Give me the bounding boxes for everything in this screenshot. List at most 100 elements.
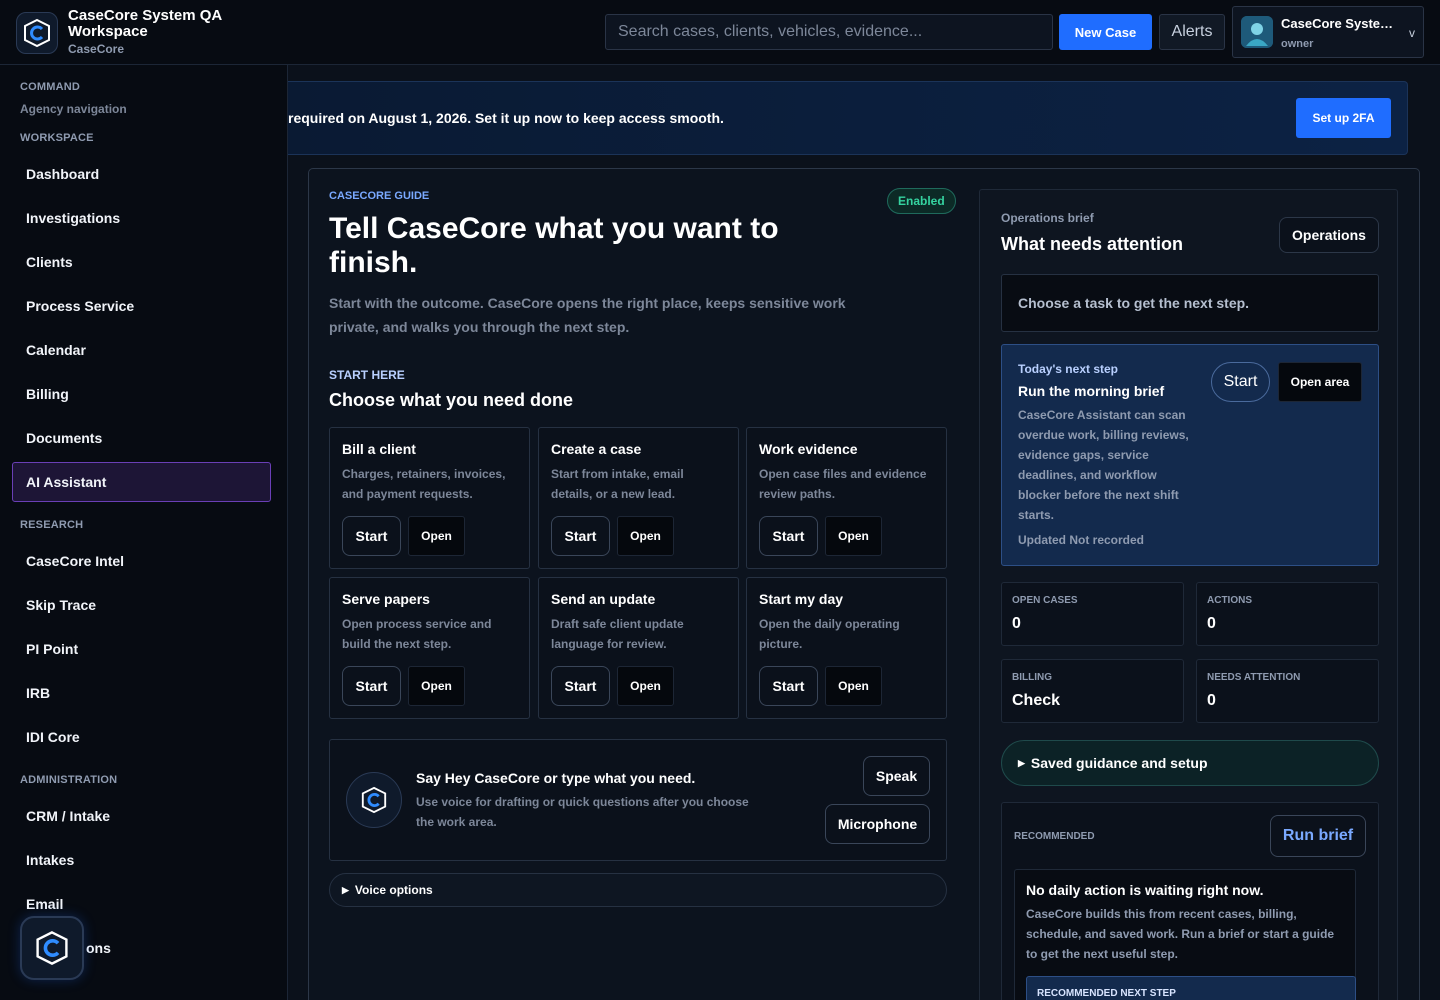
- stat-value: Check: [1012, 692, 1061, 709]
- avatar: [1241, 16, 1273, 48]
- next-step-label: Today's next step: [1018, 362, 1118, 376]
- triangle-right-icon: ▶: [342, 884, 349, 895]
- task-start-button[interactable]: Start: [551, 516, 610, 556]
- ops-label: Operations brief: [1001, 211, 1094, 225]
- task-open-button[interactable]: Open: [617, 516, 674, 556]
- stat-label: ACTIONS: [1207, 595, 1252, 606]
- recommended-card: RECOMMENDED Run brief No daily action is…: [1001, 802, 1379, 1000]
- sidebar-item-intakes[interactable]: Intakes: [12, 840, 271, 880]
- task-start-button[interactable]: Start: [759, 666, 818, 706]
- triangle-right-icon: ▶: [1018, 757, 1025, 768]
- microphone-button[interactable]: Microphone: [825, 804, 930, 844]
- top-bar: CaseCore System QA Workspace CaseCore Ne…: [0, 0, 1440, 65]
- stat-label: BILLING: [1012, 672, 1052, 683]
- task-description: Open the daily operating picture.: [759, 617, 900, 651]
- banner-text: required on August 1, 2026. Set it up no…: [288, 110, 724, 126]
- task-card-serve-papers: Serve papers Open process service and bu…: [329, 577, 530, 719]
- task-card-bill-client: Bill a client Charges, retainers, invoic…: [329, 427, 530, 569]
- choose-task-prompt[interactable]: Choose a task to get the next step.: [1001, 274, 1379, 332]
- stat-actions: ACTIONS 0: [1196, 582, 1379, 646]
- sidebar-item-crm-intake[interactable]: CRM / Intake: [12, 796, 271, 836]
- voice-card: Say Hey CaseCore or type what you need. …: [329, 739, 947, 861]
- speak-button[interactable]: Speak: [863, 756, 930, 796]
- chevron-down-icon: v: [1409, 26, 1415, 40]
- saved-guidance-label: Saved guidance and setup: [1030, 755, 1208, 771]
- sidebar-heading-workspace: WORKSPACE: [20, 132, 94, 144]
- voice-options-toggle[interactable]: ▶ Voice options: [329, 873, 947, 907]
- stat-open-cases: OPEN CASES 0: [1001, 582, 1184, 646]
- sidebar-item-skip-trace[interactable]: Skip Trace: [12, 585, 271, 625]
- run-brief-button[interactable]: Run brief: [1270, 815, 1366, 857]
- task-description: Open case files and evidence review path…: [759, 467, 927, 501]
- sidebar-item-idi-core[interactable]: IDI Core: [12, 717, 271, 757]
- choose-heading: Choose what you need done: [329, 390, 574, 410]
- stat-needs-attention: NEEDS ATTENTION 0: [1196, 659, 1379, 723]
- new-case-button[interactable]: New Case: [1059, 14, 1152, 50]
- task-start-button[interactable]: Start: [342, 516, 401, 556]
- page-title: Tell CaseCore what you want to finish.: [329, 212, 779, 279]
- task-description: Start from intake, email details, or a n…: [551, 467, 684, 501]
- recommendation-description: CaseCore builds this from recent cases, …: [1026, 907, 1335, 961]
- casecore-logo-icon[interactable]: [16, 12, 58, 54]
- sidebar-heading-command: COMMAND: [20, 81, 81, 93]
- ops-title: What needs attention: [1001, 234, 1184, 254]
- stat-value: 0: [1207, 692, 1216, 709]
- task-title: Start my day: [759, 591, 844, 607]
- sidebar-heading-administration: ADMINISTRATION: [20, 774, 118, 786]
- workspace-subtitle: CaseCore: [68, 42, 125, 56]
- task-start-button[interactable]: Start: [551, 666, 610, 706]
- task-open-button[interactable]: Open: [617, 666, 674, 706]
- task-title: Work evidence: [759, 441, 858, 457]
- recommended-next-step[interactable]: RECOMMENDED NEXT STEP: [1026, 976, 1356, 1000]
- open-area-button[interactable]: Open area: [1278, 362, 1362, 402]
- sidebar-item-process-service[interactable]: Process Service: [12, 286, 271, 326]
- user-menu[interactable]: CaseCore System QA owner v: [1232, 6, 1424, 58]
- task-start-button[interactable]: Start: [342, 666, 401, 706]
- sidebar-subheading: Agency navigation: [20, 102, 127, 116]
- user-name: CaseCore System QA: [1281, 16, 1399, 31]
- task-card-create-case: Create a case Start from intake, email d…: [538, 427, 739, 569]
- task-open-button[interactable]: Open: [408, 516, 465, 556]
- stat-value: 0: [1012, 615, 1021, 632]
- sidebar-item-documents[interactable]: Documents: [12, 418, 271, 458]
- operations-button[interactable]: Operations: [1279, 217, 1379, 253]
- task-open-button[interactable]: Open: [825, 666, 882, 706]
- sidebar-item-dashboard[interactable]: Dashboard: [12, 154, 271, 194]
- sidebar-item-investigations[interactable]: Investigations: [12, 198, 271, 238]
- sidebar-item-clients[interactable]: Clients: [12, 242, 271, 282]
- guide-description: Start with the outcome. CaseCore opens t…: [329, 295, 846, 335]
- alerts-button[interactable]: Alerts: [1159, 14, 1225, 50]
- task-title: Send an update: [551, 591, 656, 607]
- stat-label: OPEN CASES: [1012, 595, 1078, 606]
- start-here-label: START HERE: [329, 368, 405, 382]
- stat-billing: BILLING Check: [1001, 659, 1184, 723]
- sidebar-item-pi-point[interactable]: PI Point: [12, 629, 271, 669]
- user-role: owner: [1281, 38, 1314, 50]
- task-title: Serve papers: [342, 591, 430, 607]
- sidebar-item-billing[interactable]: Billing: [12, 374, 271, 414]
- task-description: Open process service and build the next …: [342, 617, 492, 651]
- task-title: Create a case: [551, 441, 642, 457]
- guide-label: CASECORE GUIDE: [329, 190, 430, 202]
- search-input[interactable]: [605, 14, 1053, 50]
- sidebar-item-ai-assistant[interactable]: AI Assistant: [12, 462, 271, 502]
- sidebar-item-casecore-intel[interactable]: CaseCore Intel: [12, 541, 271, 581]
- status-badge: Enabled: [887, 188, 956, 214]
- voice-options-label: Voice options: [354, 883, 433, 897]
- assistant-launcher-icon[interactable]: [20, 916, 84, 980]
- task-start-button[interactable]: Start: [759, 516, 818, 556]
- recommendation-title: No daily action is waiting right now.: [1026, 882, 1264, 898]
- guide-panel: CASECORE GUIDE Enabled Tell CaseCore wha…: [308, 168, 1420, 1000]
- task-description: Draft safe client update language for re…: [551, 617, 684, 651]
- sidebar-item-irb[interactable]: IRB: [12, 673, 271, 713]
- sidebar-heading-research: RESEARCH: [20, 519, 84, 531]
- task-open-button[interactable]: Open: [408, 666, 465, 706]
- task-description: Charges, retainers, invoices, and paymen…: [342, 467, 506, 501]
- workspace-title: CaseCore System QA Workspace: [68, 7, 222, 40]
- voice-description: Use voice for drafting or quick question…: [416, 795, 749, 829]
- task-open-button[interactable]: Open: [825, 516, 882, 556]
- sidebar-item-calendar[interactable]: Calendar: [12, 330, 271, 370]
- setup-2fa-button[interactable]: Set up 2FA: [1296, 98, 1391, 138]
- next-step-start-button[interactable]: Start: [1211, 362, 1270, 402]
- saved-guidance-toggle[interactable]: ▶ Saved guidance and setup: [1001, 740, 1379, 786]
